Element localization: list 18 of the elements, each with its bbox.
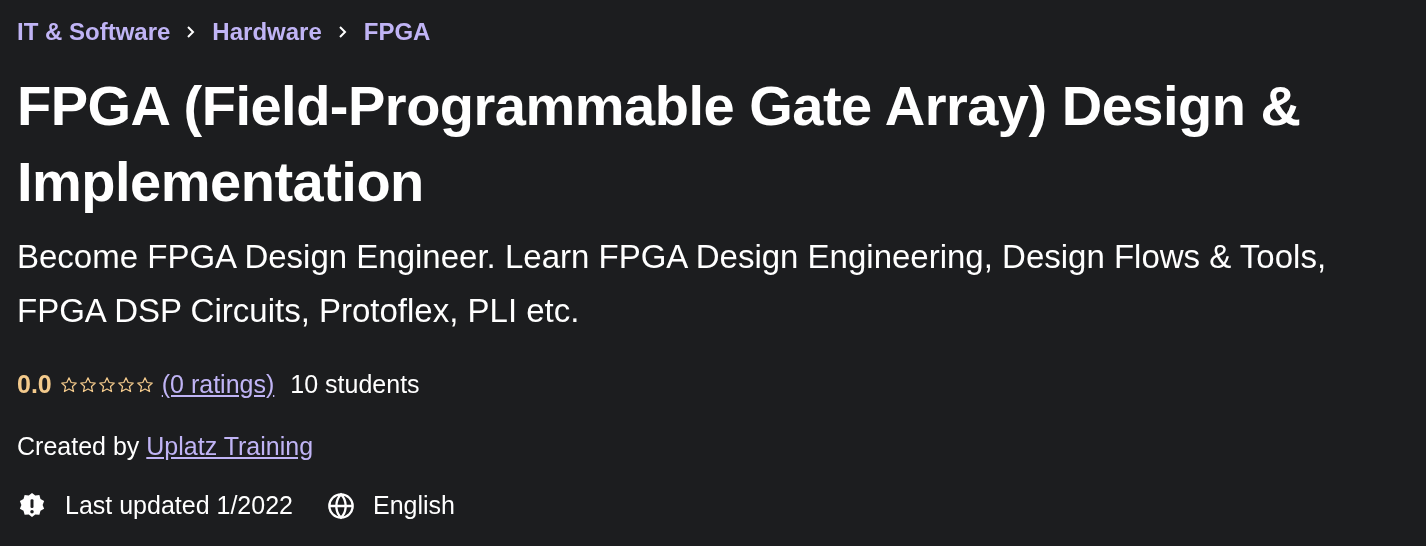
language: English bbox=[373, 490, 455, 521]
star-icon bbox=[59, 375, 78, 394]
ratings-link[interactable]: (0 ratings) bbox=[161, 366, 275, 404]
student-count: 10 students bbox=[290, 369, 420, 400]
breadcrumb-link[interactable]: Hardware bbox=[212, 14, 322, 50]
course-subtitle: Become FPGA Design Engineer. Learn FPGA Design Engineering, Design Flows & Tools, FPGA DSP Circuits, Protoflex, PLI etc. bbox=[17, 237, 1328, 331]
globe-icon bbox=[327, 491, 355, 520]
star-icon bbox=[78, 375, 97, 394]
last-updated: Last updated 1/2022 bbox=[65, 490, 293, 521]
star-icon bbox=[116, 375, 135, 394]
created-by-label: Created by bbox=[17, 430, 140, 462]
star-icon bbox=[135, 375, 154, 394]
star-icon bbox=[97, 375, 116, 394]
course-title: FPGA (Field-Programmable Gate Array) Design & Implementation bbox=[17, 73, 1302, 215]
breadcrumb-link[interactable]: IT & Software bbox=[17, 14, 171, 50]
breadcrumb-link[interactable]: FPGA bbox=[363, 14, 431, 50]
author-link[interactable]: Uplatz Training bbox=[146, 427, 314, 465]
rating-score: 0.0 bbox=[17, 369, 52, 400]
